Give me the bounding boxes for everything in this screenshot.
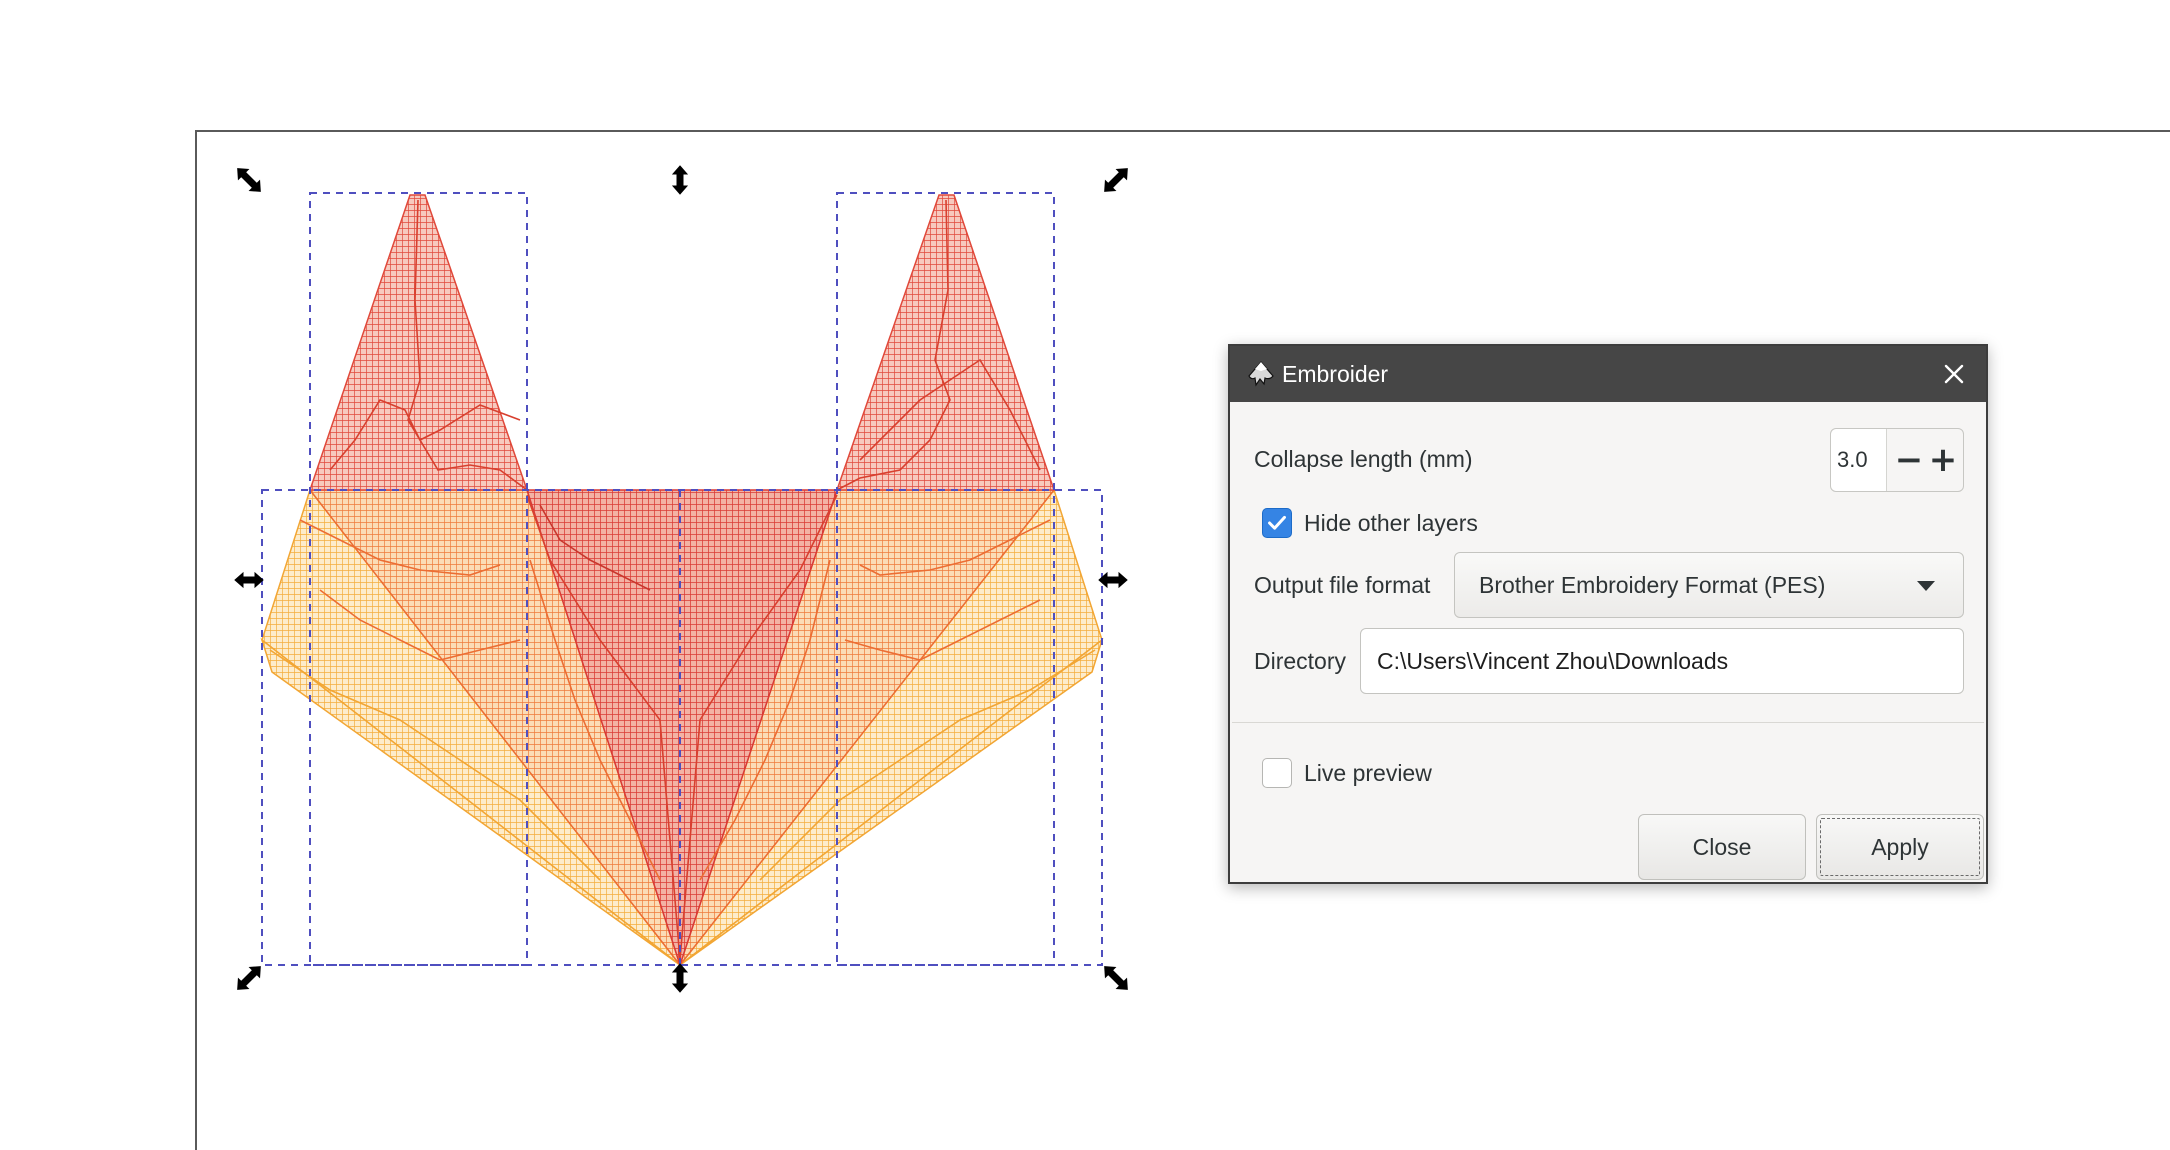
- directory-label: Directory: [1254, 648, 1347, 674]
- collapse-length-value[interactable]: 3.0: [1831, 429, 1887, 491]
- resize-handle-bottom-left: [237, 966, 261, 990]
- decrement-button[interactable]: −: [1891, 429, 1927, 491]
- embroider-dialog: Embroider Collapse length (mm) 3.0 − + H…: [1228, 344, 1988, 884]
- directory-input[interactable]: C:\Users\Vincent Zhou\Downloads: [1360, 628, 1964, 694]
- resize-handle-top-right: [1104, 168, 1128, 192]
- right-ear: [835, 194, 1056, 491]
- inkscape-logo-icon: [1248, 361, 1274, 387]
- resize-handle-bottom: [671, 963, 689, 993]
- separator: [1232, 722, 1984, 723]
- dialog-title: Embroider: [1282, 361, 1389, 387]
- live-preview-label[interactable]: Live preview: [1304, 760, 1432, 787]
- checkmark-icon: [1268, 515, 1286, 530]
- apply-button[interactable]: Apply: [1816, 814, 1984, 880]
- output-format-label: Output file format: [1254, 572, 1431, 598]
- resize-handle-top-left: [237, 168, 261, 192]
- resize-handle-left: [234, 571, 264, 589]
- collapse-length-label: Collapse length (mm): [1254, 446, 1473, 472]
- output-format-dropdown[interactable]: Brother Embroidery Format (PES): [1454, 552, 1964, 618]
- left-ear: [308, 194, 529, 491]
- close-button[interactable]: Close: [1638, 814, 1806, 880]
- resize-handle-right: [1098, 571, 1128, 589]
- output-format-selected: Brother Embroidery Format (PES): [1479, 572, 1826, 598]
- live-preview-checkbox[interactable]: [1262, 758, 1292, 788]
- resize-handle-bottom-right: [1104, 966, 1128, 990]
- close-icon[interactable]: [1940, 360, 1968, 388]
- chevron-down-icon: [1917, 581, 1935, 591]
- directory-value[interactable]: C:\Users\Vincent Zhou\Downloads: [1377, 629, 1728, 693]
- resize-handle-top: [671, 165, 689, 195]
- increment-button[interactable]: +: [1925, 429, 1961, 491]
- dialog-titlebar[interactable]: Embroider: [1230, 346, 1986, 402]
- hide-other-layers-checkbox[interactable]: [1262, 508, 1292, 538]
- hide-other-layers-label[interactable]: Hide other layers: [1304, 510, 1478, 537]
- collapse-length-spinner[interactable]: 3.0 − +: [1830, 428, 1964, 492]
